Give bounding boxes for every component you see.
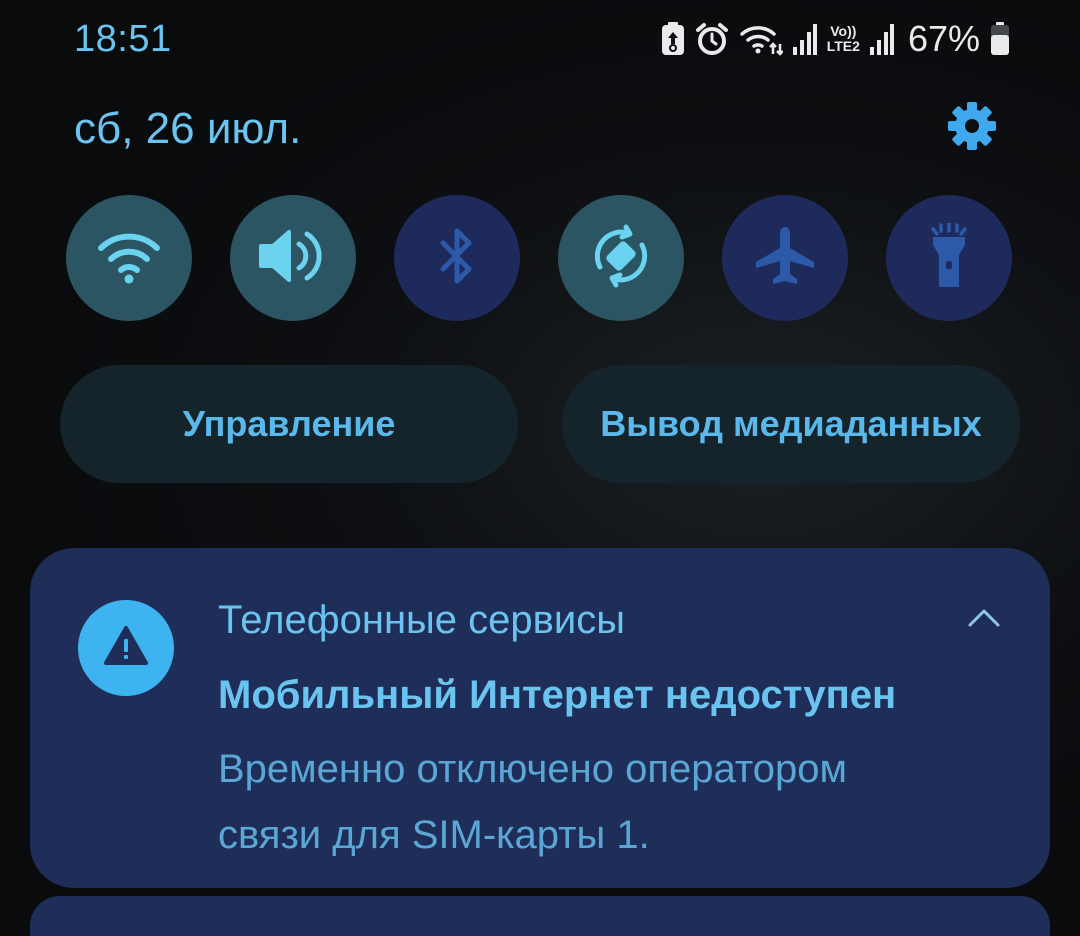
status-time: 18:51 (74, 18, 172, 60)
notification-app-name: Телефонные сервисы (218, 598, 625, 642)
notification-body-line-1: Временно отключено оператором (218, 747, 847, 791)
settings-button[interactable] (944, 100, 1000, 156)
notification-body: Временно отключено оператором связи для … (218, 736, 998, 868)
notification-card[interactable]: Телефонные сервисы Мобильный Интернет не… (30, 548, 1050, 888)
battery-saver-icon (661, 22, 685, 56)
wifi-data-icon (739, 22, 783, 56)
signal-icon (792, 23, 817, 55)
status-icons: Vo)) LTE2 67% (661, 18, 1010, 60)
signal-icon-2 (869, 23, 894, 55)
battery-icon (990, 22, 1010, 56)
flashlight-icon (929, 220, 969, 294)
date-label: сб, 26 июл. (74, 104, 302, 153)
status-bar: 18:51 Vo)) LTE2 67% (0, 0, 1080, 80)
toggle-wifi[interactable] (66, 195, 192, 321)
volume-icon (257, 226, 329, 291)
device-control-button[interactable]: Управление (60, 365, 518, 483)
notification-app-icon (78, 600, 174, 696)
quick-toggles (66, 195, 1014, 321)
lte2-label: LTE2 (826, 38, 860, 54)
notification-body-line-2: связи для SIM-карты 1. (218, 813, 650, 857)
volte-lte2-icon: Vo)) LTE2 (827, 24, 860, 54)
toggle-bluetooth[interactable] (394, 195, 520, 321)
toggle-airplane-mode[interactable] (722, 195, 848, 321)
bluetooth-icon (437, 225, 477, 292)
toggle-auto-rotate[interactable] (558, 195, 684, 321)
media-output-button[interactable]: Вывод медиаданных (562, 365, 1020, 483)
warning-icon (103, 625, 149, 672)
rotate-icon (586, 221, 656, 296)
battery-percent: 67% (907, 18, 980, 59)
chevron-up-icon (967, 608, 1001, 633)
toggle-sound[interactable] (230, 195, 356, 321)
toggle-flashlight[interactable] (886, 195, 1012, 321)
volte-label: Vo)) (830, 23, 857, 39)
next-notification-card-edge[interactable] (30, 896, 1050, 936)
airplane-icon (752, 223, 818, 294)
alarm-icon (695, 22, 729, 56)
notification-title: Мобильный Интернет недоступен (218, 673, 897, 717)
gear-icon (946, 100, 998, 157)
wifi-icon (97, 228, 161, 289)
notification-expand-button[interactable] (958, 600, 1010, 640)
